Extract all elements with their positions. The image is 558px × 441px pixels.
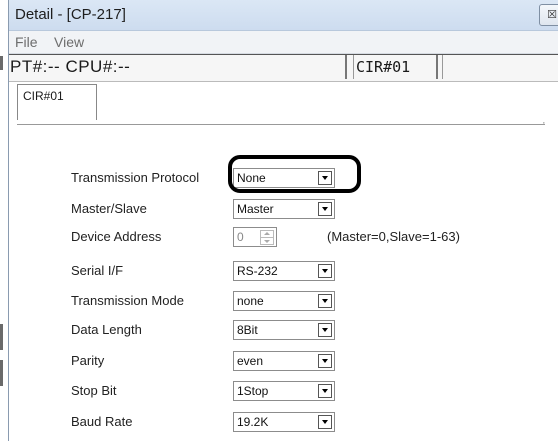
master-slave-value: Master (237, 202, 274, 216)
cir-status: CIR#01 (353, 55, 438, 79)
chevron-down-icon[interactable] (318, 294, 332, 308)
device-address-hint: (Master=0,Slave=1-63) (327, 229, 460, 244)
chevron-down-icon[interactable] (318, 384, 332, 398)
row-transmission-mode: Transmission Mode none (9, 291, 558, 313)
status-bar: PT#:-- CPU#:-- CIR#01 (9, 54, 558, 82)
extra-status (442, 55, 558, 79)
baud-rate-value: 19.2K (237, 415, 269, 429)
title-bar[interactable]: Detail - [CP-217] ☒ (9, 0, 558, 31)
transmission-protocol-select[interactable]: None (233, 168, 335, 188)
settings-form: Transmission Protocol None Master/Slave … (9, 120, 558, 441)
chevron-down-icon[interactable] (318, 354, 332, 368)
row-baud-rate: Baud Rate 19.2K (9, 412, 558, 434)
edge-mark (0, 56, 3, 70)
left-edge-strip (0, 0, 8, 441)
label-device-address: Device Address (71, 229, 162, 244)
transmission-mode-value: none (237, 294, 264, 308)
tab-cir01[interactable]: CIR#01 (17, 84, 97, 120)
edge-mark (0, 324, 3, 350)
tab-strip: CIR#01 , (17, 84, 545, 125)
row-transmission-protocol: Transmission Protocol None (9, 168, 558, 190)
edge-mark (0, 360, 3, 386)
device-address-value: 0 (237, 230, 244, 244)
transmission-mode-select[interactable]: none (233, 291, 335, 311)
row-device-address: Device Address 0 (Master=0,Slave=1-63) (9, 227, 558, 249)
row-data-length: Data Length 8Bit (9, 320, 558, 342)
window-title: Detail - [CP-217] (15, 6, 126, 23)
menu-file[interactable]: File (15, 31, 38, 53)
row-stop-bit: Stop Bit 1Stop (9, 381, 558, 403)
stop-bit-select[interactable]: 1Stop (233, 381, 335, 401)
stepper-buttons[interactable] (260, 230, 274, 245)
transmission-protocol-value: None (237, 171, 266, 185)
label-stop-bit: Stop Bit (71, 383, 117, 398)
data-length-select[interactable]: 8Bit (233, 320, 335, 340)
label-transmission-protocol: Transmission Protocol (71, 170, 200, 185)
label-serial-if: Serial I/F (71, 263, 124, 278)
row-master-slave: Master/Slave Master (9, 199, 558, 221)
label-baud-rate: Baud Rate (71, 414, 133, 429)
label-data-length: Data Length (71, 322, 142, 337)
menu-view[interactable]: View (54, 31, 84, 53)
row-serial-if: Serial I/F RS-232 (9, 261, 558, 283)
stepper-up-icon[interactable] (261, 231, 273, 238)
serial-if-select[interactable]: RS-232 (233, 261, 335, 281)
label-parity: Parity (71, 353, 105, 368)
baud-rate-select[interactable]: 19.2K (233, 412, 335, 432)
parity-select[interactable]: even (233, 351, 335, 371)
close-icon[interactable]: ☒ (539, 4, 558, 26)
serial-if-value: RS-232 (237, 264, 278, 278)
device-address-stepper[interactable]: 0 (233, 227, 277, 247)
chevron-down-icon[interactable] (318, 323, 332, 337)
chevron-down-icon[interactable] (318, 202, 332, 216)
label-transmission-mode: Transmission Mode (71, 293, 184, 308)
master-slave-select[interactable]: Master (233, 199, 335, 219)
chevron-down-icon[interactable] (318, 415, 332, 429)
pt-cpu-status: PT#:-- CPU#:-- (9, 55, 347, 79)
label-master-slave: Master/Slave (71, 201, 147, 216)
chevron-down-icon[interactable] (318, 264, 332, 278)
chevron-down-icon[interactable] (318, 171, 332, 185)
stop-bit-value: 1Stop (237, 384, 269, 398)
detail-window: Detail - [CP-217] ☒ File View PT#:-- CPU… (8, 0, 558, 441)
menu-bar: File View (9, 31, 558, 54)
parity-value: even (237, 354, 264, 368)
row-parity: Parity even (9, 351, 558, 373)
data-length-value: 8Bit (237, 323, 258, 337)
